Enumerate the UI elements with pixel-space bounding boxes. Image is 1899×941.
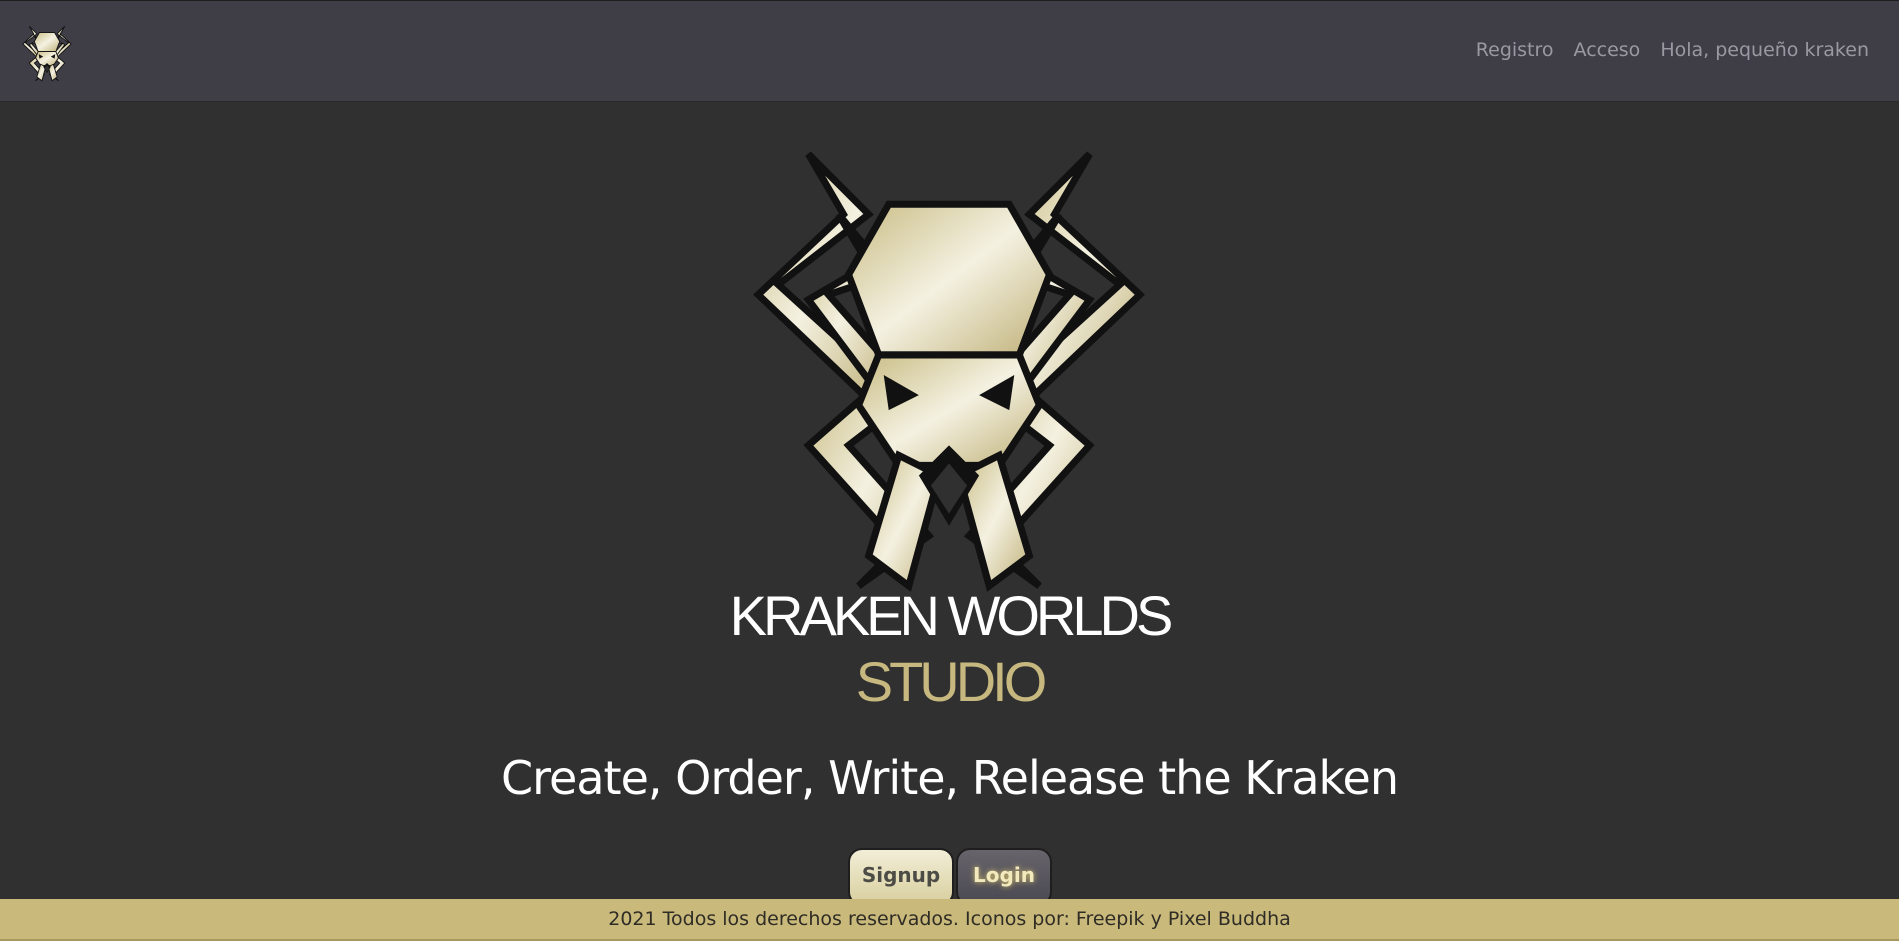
brand-title: KRAKEN WORLDS [729,584,1174,647]
nav-link-acceso[interactable]: Acceso [1574,39,1641,61]
nav-links: Registro Acceso Hola, pequeño kraken [1476,39,1869,61]
navbar: Registro Acceso Hola, pequeño kraken [0,0,1899,102]
tagline: Create, Order, Write, Release the Kraken [501,751,1399,805]
signup-button[interactable]: Signup [848,848,954,906]
login-button[interactable]: Login [956,848,1052,906]
nav-link-user-greeting[interactable]: Hola, pequeño kraken [1660,39,1869,61]
brand-subtitle: STUDIO [855,650,1048,713]
footer: 2021 Todos los derechos reservados. Icon… [0,899,1899,941]
hero-kraken-logo-icon [748,144,1150,596]
footer-text: 2021 Todos los derechos reservados. Icon… [608,908,1291,930]
nav-link-registro[interactable]: Registro [1476,39,1554,61]
kraken-logo-icon[interactable] [20,25,74,82]
